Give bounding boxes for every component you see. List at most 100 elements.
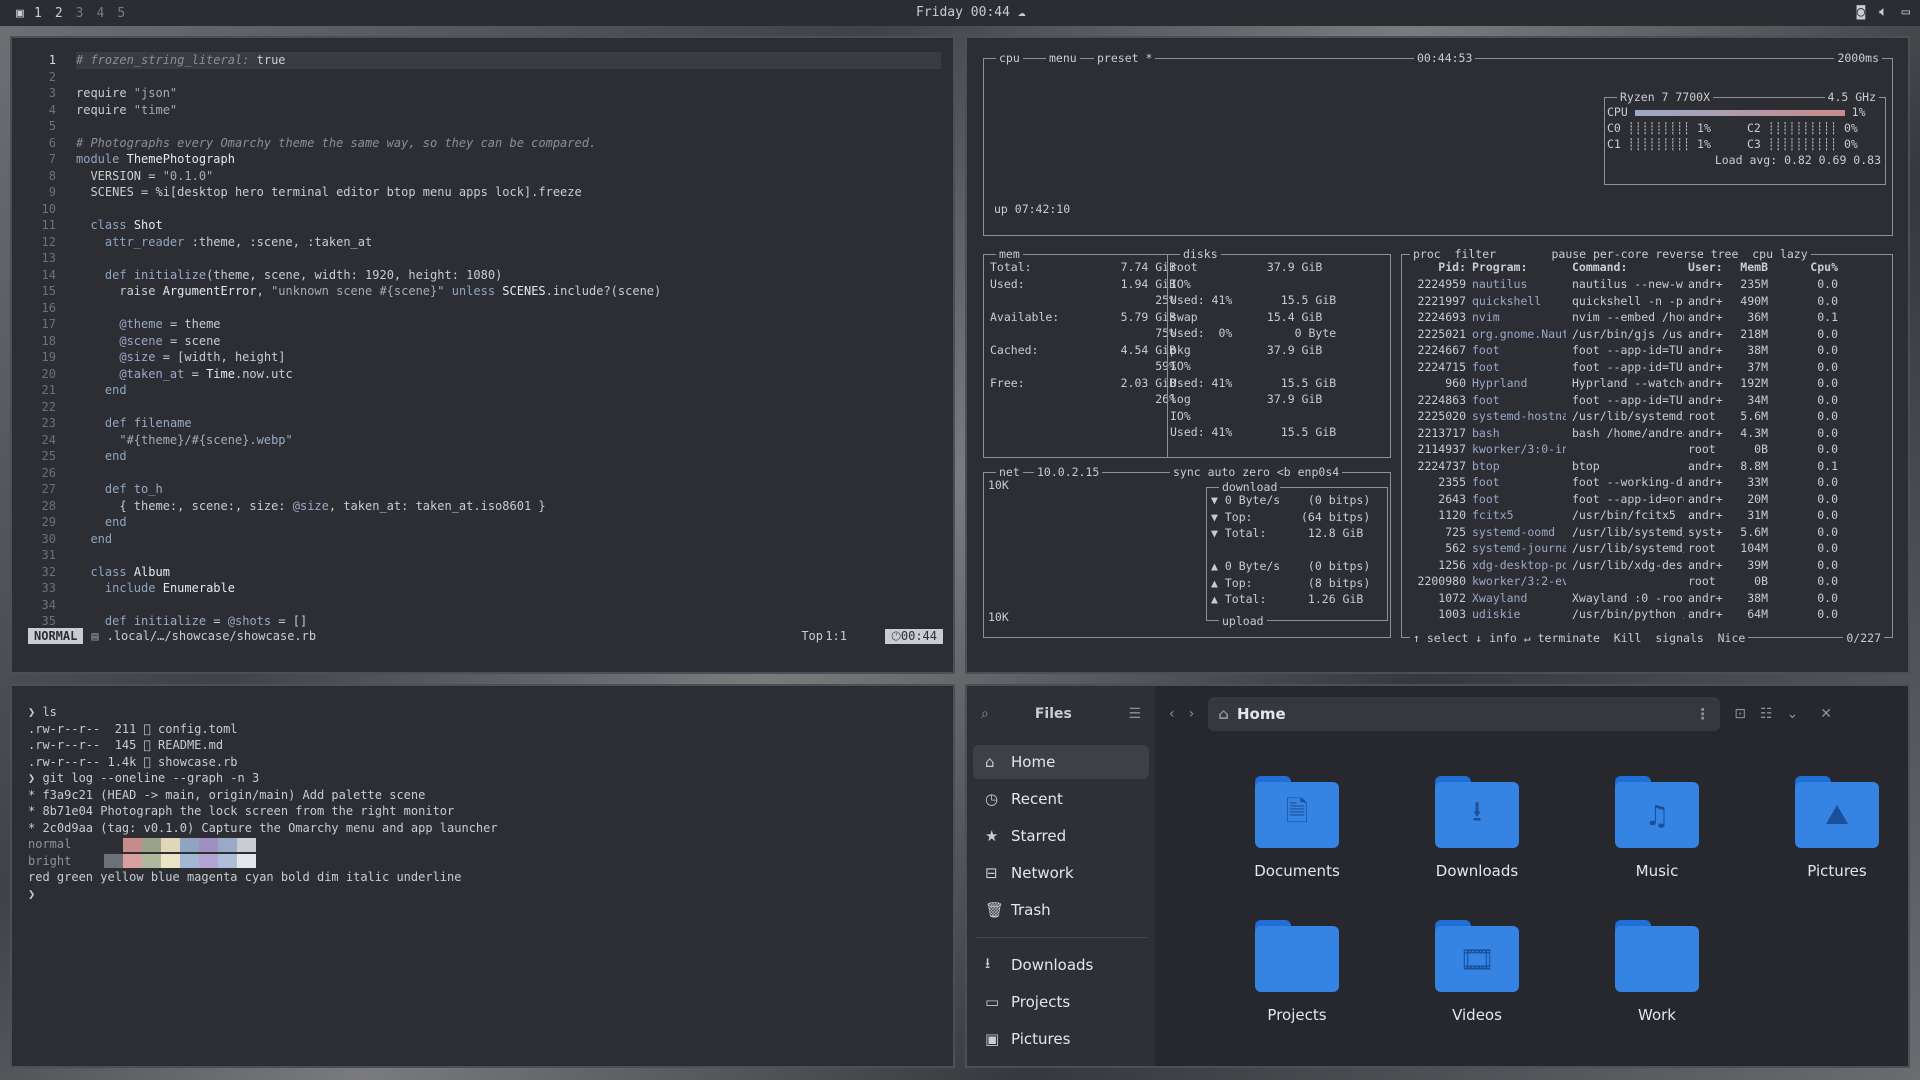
- forward-icon[interactable]: ›: [1189, 706, 1195, 722]
- code-line[interactable]: 24 "#{theme}/#{scene}.webp": [12, 432, 953, 449]
- proc-row[interactable]: 2224863 foot foot --app-id=TUI. andr+ 34M 0.0: [1408, 392, 1886, 409]
- terminal-window[interactable]: ❯ ls .rw-r--r-- 211 󰒓 config.toml .rw-r--r…: [10, 684, 955, 1068]
- code-line[interactable]: 25 end: [12, 448, 953, 465]
- workspace-4[interactable]: 4: [96, 6, 104, 21]
- proc-row[interactable]: 2213717 bash bash /home/andreas andr+ 4.3M 0.…: [1408, 425, 1886, 442]
- proc-row[interactable]: 1120 fcitx5/usr/bin/fcitx5 -- andr+ 31M 0.0: [1408, 507, 1886, 524]
- code-line[interactable]: 26: [12, 465, 953, 482]
- proc-row[interactable]: 2225020 systemd-hostnam/usr/lib/systemd/s…: [1408, 408, 1886, 425]
- code-line[interactable]: 29 end: [12, 514, 953, 531]
- code-line[interactable]: 14 def initialize(theme, scene, width: 1…: [12, 267, 953, 284]
- code-line[interactable]: 11 class Shot: [12, 217, 953, 234]
- folder-videos[interactable]: 🎞︎ Videos: [1387, 920, 1567, 1024]
- proc-row[interactable]: 2224737 btop btop andr+ 8.8M 0.1: [1408, 458, 1886, 475]
- menu-label[interactable]: menu: [1046, 51, 1080, 65]
- folder-work[interactable]: Work: [1567, 920, 1747, 1024]
- code-line[interactable]: 30 end: [12, 531, 953, 548]
- code-line[interactable]: 18 @scene = scene: [12, 333, 953, 350]
- code-line[interactable]: 28 { theme:, scene:, size: @size, taken_…: [12, 498, 953, 515]
- workspace-1[interactable]: 1: [34, 6, 42, 21]
- sidebar-item-recent[interactable]: ◷ Recent: [973, 782, 1149, 816]
- view-list-icon[interactable]: ☷: [1760, 706, 1773, 722]
- code-line[interactable]: 7 module ThemePhotograph: [12, 151, 953, 168]
- chevron-down-icon[interactable]: ⌄: [1787, 706, 1799, 722]
- monitor-icon[interactable]: ▭: [1902, 4, 1910, 20]
- workspace-2[interactable]: 2: [55, 6, 63, 21]
- omarchy-icon[interactable]: ▣: [16, 6, 24, 21]
- search-icon[interactable]: ⌕: [981, 706, 989, 722]
- proc-row[interactable]: 2225021 org.gnome.Nauti/usr/bin/gjs /usr/…: [1408, 326, 1886, 343]
- proc-row[interactable]: 2224715 foot foot --app-id=TUI. andr+ 37M 0.0: [1408, 359, 1886, 376]
- code-line[interactable]: 19 @size = [width, height]: [12, 349, 953, 366]
- proc-row[interactable]: 1256 xdg-desktop-por/usr/lib/xdg-deskt and…: [1408, 557, 1886, 574]
- code-line[interactable]: 31: [12, 547, 953, 564]
- code-line[interactable]: 22: [12, 399, 953, 416]
- update-rate[interactable]: 2000ms: [1834, 51, 1882, 65]
- folder-music[interactable]: ♫ Music: [1567, 776, 1747, 880]
- code-line[interactable]: 33 include Enumerable: [12, 580, 953, 597]
- code-line[interactable]: 23 def filename: [12, 415, 953, 432]
- code-line[interactable]: 34: [12, 597, 953, 614]
- folder-pictures[interactable]: ⛰︎ Pictures: [1747, 776, 1920, 880]
- proc-row[interactable]: 1072 Xwayland Xwayland :0 -rootl andr+ 38M 0.…: [1408, 590, 1886, 607]
- code-line[interactable]: 10: [12, 201, 953, 218]
- btop-window[interactable]: cpu menu preset * 00:44:53 2000ms Ryzen …: [965, 36, 1910, 674]
- cpu-label[interactable]: cpu: [996, 51, 1023, 65]
- proc-row[interactable]: 2643 foot foot --app-id=org. andr+ 20M 0.0: [1408, 491, 1886, 508]
- code-line[interactable]: 2: [12, 69, 953, 86]
- clock[interactable]: Friday 00:44: [916, 5, 1010, 20]
- editor-window[interactable]: 1 # frozen_string_literal: true 2 3 require …: [10, 36, 955, 674]
- code-line[interactable]: 12 attr_reader :theme, :scene, :taken_at: [12, 234, 953, 251]
- volume-icon[interactable]: 🔈︎: [1879, 4, 1887, 20]
- code-line[interactable]: 15 raise ArgumentError, "unknown scene #…: [12, 283, 953, 300]
- proc-row[interactable]: 2224959 nautilus nautilus --new-win andr+ 23…: [1408, 276, 1886, 293]
- folder-documents[interactable]: 🗎︎ Documents: [1207, 776, 1387, 880]
- sidebar-item-network[interactable]: ⊟ Network: [973, 856, 1149, 890]
- sidebar-item-trash[interactable]: 🗑︎ Trash: [973, 893, 1149, 927]
- net-options[interactable]: sync auto zero <b enp0s4: [1170, 465, 1343, 479]
- proc-row[interactable]: 2224667 foot foot --app-id=TUI. andr+ 38M 0.0: [1408, 342, 1886, 359]
- sidebar-item-pictures[interactable]: ▣ Pictures: [973, 1022, 1149, 1056]
- code-line[interactable]: 17 @theme = theme: [12, 316, 953, 333]
- path-menu-icon[interactable]: ⋮: [1695, 705, 1710, 723]
- workspace-3[interactable]: 3: [76, 6, 84, 21]
- proc-row[interactable]: 2221997 quickshell quickshell -n -p / andr+…: [1408, 293, 1886, 310]
- code-line[interactable]: 27 def to_h: [12, 481, 953, 498]
- proc-row[interactable]: 2200980 kworker/3:2-even root 0B 0.0: [1408, 573, 1886, 590]
- code-line[interactable]: 3 require "json": [12, 85, 953, 102]
- folder-downloads[interactable]: ⭳ Downloads: [1387, 776, 1567, 880]
- code-line[interactable]: 9 SCENES = %i[desktop hero terminal edit…: [12, 184, 953, 201]
- proc-row[interactable]: 2114937 kworker/3:0-inod root 0B 0.0: [1408, 441, 1886, 458]
- proc-row[interactable]: 725 systemd-oomd/usr/lib/systemd/s syst+ 5.…: [1408, 524, 1886, 541]
- proc-row[interactable]: 562 systemd-journal/usr/lib/systemd/s root…: [1408, 540, 1886, 557]
- close-icon[interactable]: ✕: [1820, 706, 1832, 722]
- proc-row[interactable]: 1003 udiskie/usr/bin/python /u andr+ 64M 0.0: [1408, 606, 1886, 623]
- proc-footer[interactable]: ↑ select ↓ info ↵ terminate Kill signals…: [1410, 631, 1749, 645]
- code-area[interactable]: 1 # frozen_string_literal: true 2 3 require …: [12, 52, 953, 630]
- code-line[interactable]: 16: [12, 300, 953, 317]
- folder-projects[interactable]: Projects: [1207, 920, 1387, 1024]
- menu-icon[interactable]: ☰: [1128, 706, 1141, 722]
- proc-box[interactable]: proc filter pause per-core reverse tree …: [1401, 247, 1893, 645]
- files-window[interactable]: ⌕ Files ☰ ⌂ Home ◷ Recent ★ Starred ⊟ Network 🗑︎…: [965, 684, 1910, 1068]
- code-line[interactable]: 1 # frozen_string_literal: true: [12, 52, 953, 69]
- proc-row[interactable]: 960 Hyprland Hyprland --watchdo andr+ 192M 0.…: [1408, 375, 1886, 392]
- code-line[interactable]: 13: [12, 250, 953, 267]
- proc-row[interactable]: 2355 foot foot --working-dir andr+ 33M 0.0: [1408, 474, 1886, 491]
- sidebar-item-home[interactable]: ⌂ Home: [973, 745, 1149, 779]
- sidebar-item-projects[interactable]: ▭ Projects: [973, 985, 1149, 1019]
- code-line[interactable]: 6 # Photographs every Omarchy theme the s…: [12, 135, 953, 152]
- sidebar-item-downloads[interactable]: ⭳ Downloads: [973, 948, 1149, 982]
- path-bar[interactable]: ⌂ Home ⋮: [1208, 697, 1721, 731]
- sidebar-item-starred[interactable]: ★ Starred: [973, 819, 1149, 853]
- window-icon[interactable]: ◙: [1857, 4, 1865, 20]
- code-line[interactable]: 5: [12, 118, 953, 135]
- proc-row[interactable]: 2224693 nvim nvim --embed /home andr+ 36M 0.1: [1408, 309, 1886, 326]
- code-line[interactable]: 32 class Album: [12, 564, 953, 581]
- proc-columns[interactable]: Pid: Program: Command: User: MemB Cpu%: [1408, 259, 1886, 276]
- code-line[interactable]: 4 require "time": [12, 102, 953, 119]
- workspace-5[interactable]: 5: [117, 6, 125, 21]
- code-line[interactable]: 20 @taken_at = Time.now.utc: [12, 366, 953, 383]
- new-tab-icon[interactable]: ⊡: [1734, 706, 1746, 722]
- back-icon[interactable]: ‹: [1169, 706, 1175, 722]
